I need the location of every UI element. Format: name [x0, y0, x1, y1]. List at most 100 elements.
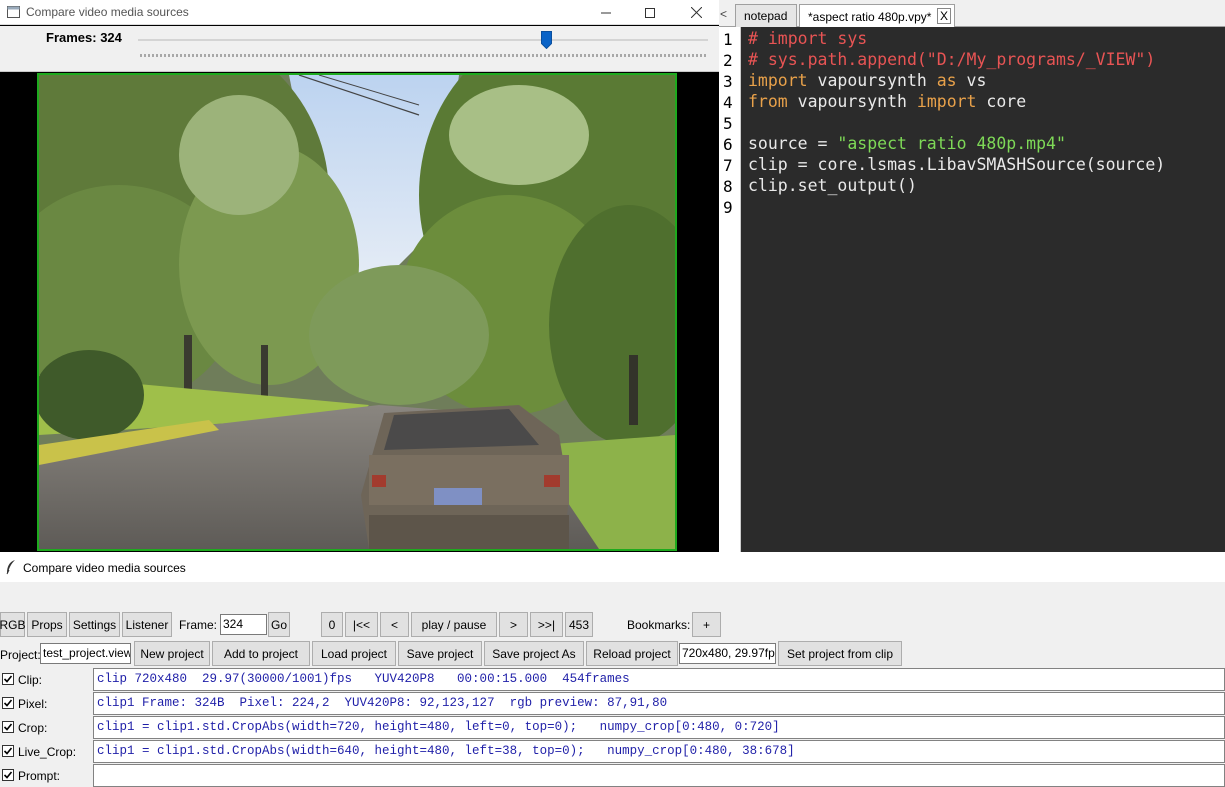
- save-project-button[interactable]: Save project: [398, 641, 482, 666]
- code-token: import: [748, 71, 808, 90]
- code-token: "aspect ratio 480p.mp4": [837, 134, 1066, 153]
- code-line: clip = core.lsmas.LibavSMASHSource(sourc…: [748, 155, 1165, 174]
- checkmark-icon: [3, 723, 13, 731]
- code-token: clip.set_output(): [748, 176, 917, 195]
- info-row-pixel: Pixel: clip1 Frame: 324B Pixel: 224,2 YUV…: [0, 692, 1225, 715]
- add-to-project-button[interactable]: Add to project: [212, 641, 310, 666]
- load-project-button[interactable]: Load project: [312, 641, 396, 666]
- code-token: source =: [748, 134, 838, 153]
- row-checkbox[interactable]: [2, 673, 14, 685]
- line-number: 7: [723, 156, 733, 175]
- set-project-from-clip-button[interactable]: Set project from clip: [778, 641, 902, 666]
- info-row-clip: Clip: clip 720x480 29.97(30000/1001)fps Y…: [0, 668, 1225, 691]
- row-checkbox[interactable]: [2, 697, 14, 709]
- row-text-field[interactable]: clip1 = clip1.std.CropAbs(width=640, hei…: [93, 740, 1225, 763]
- checkmark-icon: [3, 699, 13, 707]
- clip-info-field: 720x480, 29.97fps: [679, 643, 776, 664]
- tab-notepad[interactable]: notepad: [735, 4, 797, 27]
- frame-slider-thumb[interactable]: [540, 31, 552, 49]
- line-number-gutter: 1 2 3 4 5 6 7 8 9: [719, 27, 741, 552]
- info-row-crop: Crop: clip1 = clip1.std.CropAbs(width=720…: [0, 716, 1225, 739]
- settings-button[interactable]: Settings: [69, 612, 120, 637]
- first-frame-button[interactable]: |<<: [345, 612, 378, 637]
- code-line: source = "aspect ratio 480p.mp4": [748, 134, 1066, 153]
- viewer-title: Compare video media sources: [26, 5, 189, 19]
- window-app-icon: [7, 6, 20, 18]
- code-token: as: [936, 71, 957, 90]
- maximize-button[interactable]: [627, 0, 673, 25]
- viewer-titlebar[interactable]: Compare video media sources: [0, 0, 719, 25]
- row-checkbox[interactable]: [2, 769, 14, 781]
- play-pause-button[interactable]: play / pause: [411, 612, 497, 637]
- project-label: Project:: [0, 648, 41, 662]
- code-token: import: [916, 92, 977, 111]
- new-project-button[interactable]: New project: [134, 641, 210, 666]
- editor-text-area[interactable]: 1 2 3 4 5 6 7 8 9 # import sys # sys.path.append(…: [719, 27, 1225, 552]
- frames-label: Frames: 324: [46, 30, 122, 45]
- code-token: # sys.path.append("D:/My_programs/_VIEW"…: [748, 50, 1156, 69]
- video-preview-area: [0, 72, 719, 552]
- row-text-field[interactable]: clip 720x480 29.97(30000/1001)fps YUV420…: [93, 668, 1225, 691]
- tab-active-file-label: *aspect ratio 480p.vpy*: [808, 9, 932, 24]
- checkmark-icon: [3, 771, 13, 779]
- close-button[interactable]: [673, 0, 719, 25]
- last-frame-button[interactable]: >>|: [530, 612, 563, 637]
- prev-frame-button[interactable]: <: [380, 612, 409, 637]
- video-frame[interactable]: [37, 73, 677, 551]
- code-line: from vapoursynth import core: [748, 92, 1026, 111]
- save-project-as-button[interactable]: Save project As: [484, 641, 584, 666]
- minimize-icon: [601, 12, 611, 13]
- minimize-button[interactable]: [583, 0, 629, 25]
- checkmark-icon: [3, 675, 13, 683]
- code-token: from: [748, 92, 788, 111]
- close-icon: [690, 7, 702, 18]
- row-text-field[interactable]: clip1 Frame: 324B Pixel: 224,2 YUV420P8:…: [93, 692, 1225, 715]
- project-name-input[interactable]: test_project.view: [40, 643, 131, 664]
- line-number: 6: [723, 135, 733, 154]
- frame-zero-button[interactable]: 0: [321, 612, 343, 637]
- line-number: 3: [723, 72, 733, 91]
- add-bookmark-button[interactable]: +: [692, 612, 721, 637]
- tab-close-button[interactable]: X: [937, 8, 951, 24]
- row-text-field[interactable]: clip1 = clip1.std.CropAbs(width=720, hei…: [93, 716, 1225, 739]
- line-number: 8: [723, 177, 733, 196]
- info-row-prompt: Prompt:: [0, 764, 1225, 787]
- code-token: # import sys: [748, 29, 868, 48]
- frame-slider-track[interactable]: [138, 39, 708, 41]
- line-number: 2: [723, 51, 733, 70]
- code-line: clip.set_output(): [748, 176, 917, 195]
- next-frame-button[interactable]: >: [499, 612, 528, 637]
- code-token: vapoursynth: [787, 92, 917, 111]
- code-token: vapoursynth: [807, 71, 937, 90]
- row-checkbox[interactable]: [2, 745, 14, 757]
- row-label: Crop:: [18, 721, 48, 735]
- go-button[interactable]: Go: [268, 612, 290, 637]
- row-label: Clip:: [18, 673, 43, 687]
- line-number: 1: [723, 30, 733, 49]
- bookmarks-label: Bookmarks:: [627, 618, 691, 632]
- controls-title: Compare video media sources: [23, 561, 186, 575]
- row-label: Live_Crop:: [18, 745, 77, 759]
- frame-slider-panel: Frames: 324: [0, 26, 719, 72]
- code-token: core: [976, 92, 1027, 111]
- row-checkbox[interactable]: [2, 721, 14, 733]
- checkmark-icon: [3, 747, 13, 755]
- props-button[interactable]: Props: [27, 612, 67, 637]
- controls-titlebar[interactable]: Compare video media sources: [0, 552, 1225, 582]
- frame-number-input[interactable]: 324: [220, 614, 267, 635]
- line-number: 4: [723, 93, 733, 112]
- row-text-field[interactable]: [93, 764, 1225, 787]
- listener-button[interactable]: Listener: [122, 612, 172, 637]
- tab-scroll-left-button[interactable]: <: [720, 7, 727, 21]
- end-frame-button[interactable]: 453: [565, 612, 593, 637]
- tab-notepad-label: notepad: [744, 9, 788, 23]
- reload-project-button[interactable]: Reload project: [586, 641, 678, 666]
- video-frame-image: [39, 75, 675, 549]
- row-label: Prompt:: [18, 769, 61, 783]
- editor-tab-bar: < notepad *aspect ratio 480p.vpy* X: [719, 0, 1225, 28]
- tab-active-file[interactable]: *aspect ratio 480p.vpy* X: [799, 4, 955, 28]
- rgb-button[interactable]: RGB: [0, 612, 26, 637]
- viewer-window: Compare video media sources Frames: 324: [0, 0, 719, 552]
- row-label: Pixel:: [18, 697, 48, 711]
- line-number: 9: [723, 198, 733, 217]
